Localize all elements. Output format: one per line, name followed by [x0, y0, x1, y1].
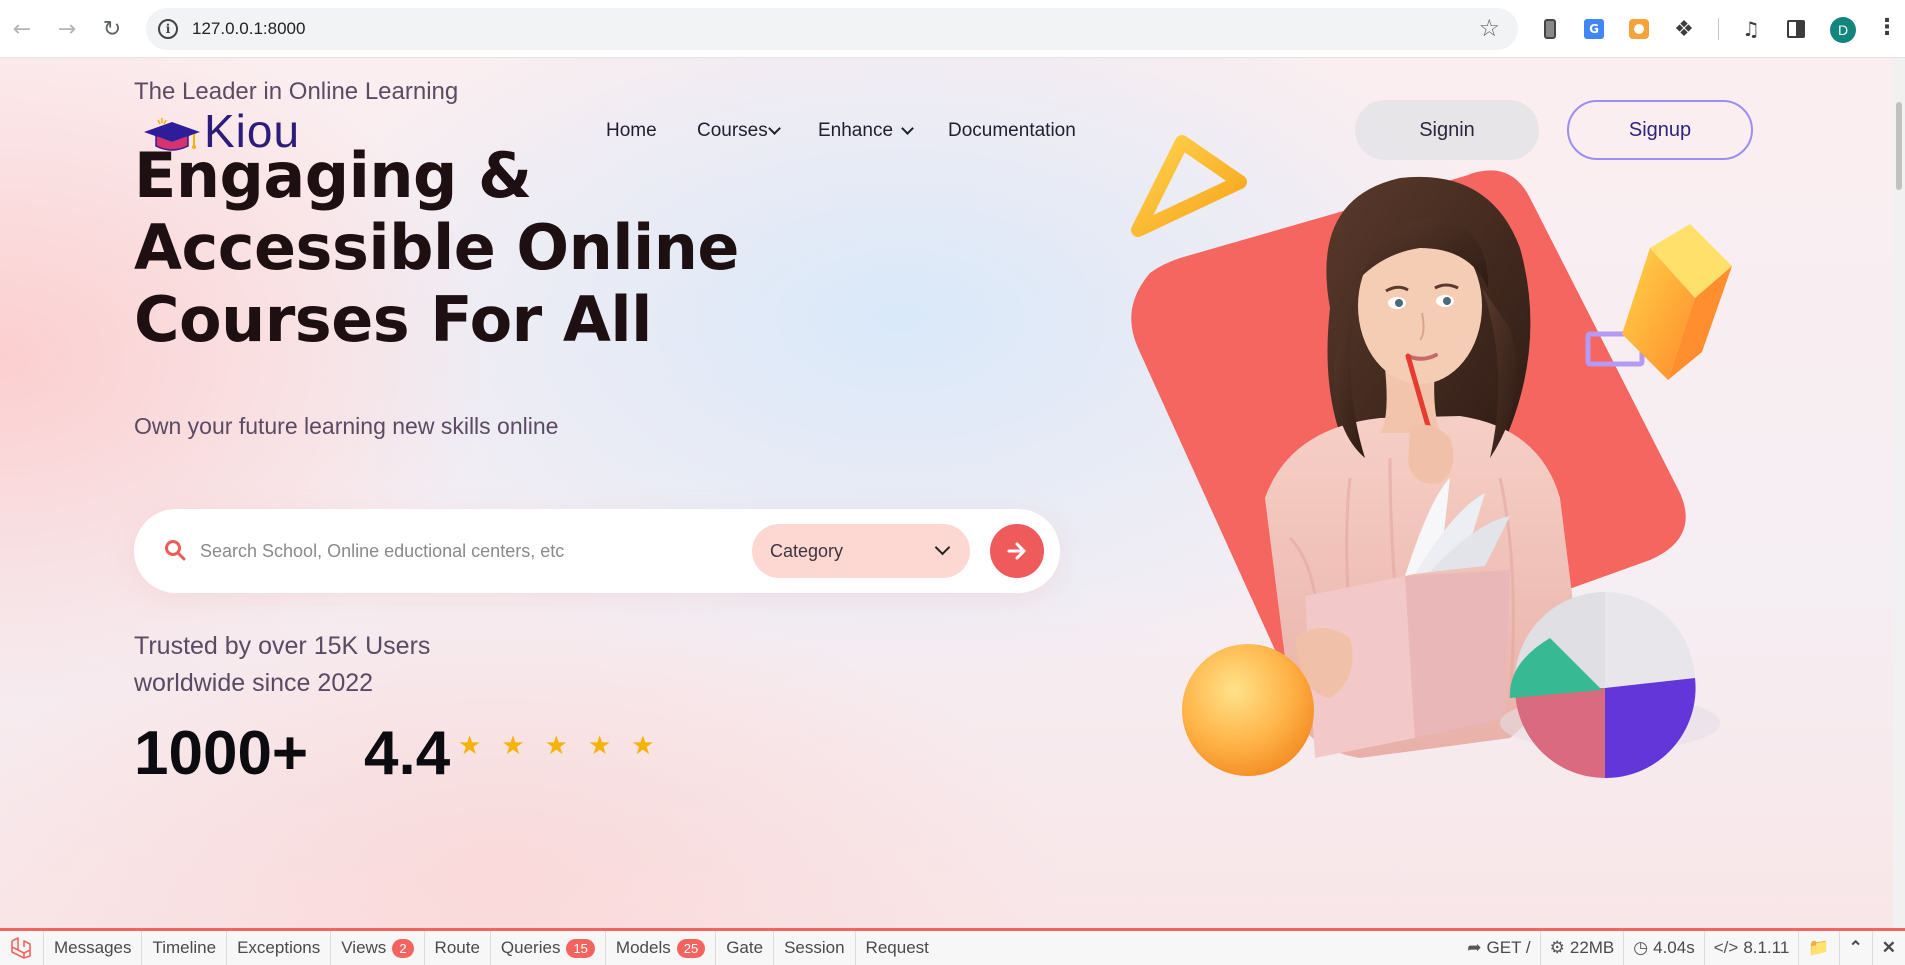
php-version-text: 8.1.11 — [1743, 938, 1790, 957]
hero-subtitle: Own your future learning new skills onli… — [134, 413, 559, 439]
toolbar-divider — [1718, 18, 1719, 40]
debug-tab-exceptions[interactable]: Exceptions — [227, 931, 332, 965]
queries-count-badge: 15 — [566, 938, 595, 958]
scrollbar-thumb[interactable] — [1896, 102, 1902, 190]
search-icon — [165, 540, 186, 561]
debug-tab-route[interactable]: Route — [425, 931, 491, 965]
debug-tab-request[interactable]: Request — [856, 931, 939, 965]
signin-button[interactable]: Signin — [1355, 100, 1539, 160]
hero-title-line: Accessible Online — [134, 211, 739, 284]
back-icon[interactable]: ← — [8, 15, 36, 43]
chevron-down-icon — [901, 121, 914, 135]
debug-tab-models-label: Models — [615, 938, 671, 957]
memory-usage: ⚙ 22MB — [1539, 931, 1624, 965]
forward-icon[interactable]: → — [53, 15, 81, 43]
maximize-button[interactable]: ⌃ — [1838, 931, 1872, 965]
request-method[interactable]: ➦ GET / — [1458, 931, 1539, 965]
chevron-up-icon: ⌃ — [1848, 938, 1863, 957]
debug-tab-queries[interactable]: Queries 15 — [491, 931, 606, 965]
request-duration-text: 4.04s — [1653, 938, 1695, 957]
nav-enhance-dropdown[interactable]: Enhance — [818, 120, 914, 142]
close-icon: ✕ — [1881, 938, 1896, 957]
debug-tab-session[interactable]: Session — [774, 931, 856, 965]
extensions-puzzle-icon[interactable]: ❖ — [1670, 15, 1698, 43]
trusted-by-text: Trusted by over 15K Users worldwide sinc… — [134, 628, 534, 702]
clock-icon: ◷ — [1633, 938, 1649, 957]
memory-usage-text: 22MB — [1569, 938, 1615, 957]
arrow-right-icon — [1007, 542, 1026, 560]
debug-tab-gate[interactable]: Gate — [716, 931, 775, 965]
rating-stat: 4.4 — [364, 719, 451, 788]
course-search-bar: Category — [134, 509, 1060, 593]
laravel-logo-icon[interactable] — [0, 931, 44, 965]
debug-tab-views[interactable]: Views 2 — [331, 931, 425, 965]
search-submit-button[interactable] — [990, 524, 1044, 578]
nav-home-link[interactable]: Home — [606, 120, 657, 142]
chevron-down-icon — [767, 121, 781, 135]
bookmark-star-icon[interactable]: ☆ — [1478, 14, 1500, 42]
star-icon: ★ — [587, 731, 612, 761]
orange-extension-icon[interactable] — [1625, 15, 1653, 43]
site-tagline: The Leader in Online Learning — [134, 78, 459, 105]
profile-avatar[interactable]: D — [1830, 17, 1856, 43]
nav-home-label: Home — [606, 120, 657, 141]
rating-stars: ★ ★ ★ ★ ★ — [458, 733, 655, 759]
page-viewport: The Leader in Online Learning Kiou Home … — [0, 58, 1893, 928]
category-select-label: Category — [770, 540, 844, 561]
request-method-text: GET / — [1486, 938, 1531, 957]
request-duration: ◷ 4.04s — [1623, 931, 1703, 965]
browser-menu-icon[interactable]: ⋮ — [1876, 15, 1898, 40]
star-icon: ★ — [544, 731, 568, 761]
side-panel-icon[interactable] — [1782, 15, 1810, 43]
debug-bar-stats: ➦ GET / ⚙ 22MB ◷ 4.04s </> 8.1.11 📁 ⌃ ✕ — [1458, 931, 1905, 965]
hero-illustration — [1131, 135, 1732, 779]
category-select[interactable]: Category — [752, 524, 970, 578]
open-folder-button[interactable]: 📁 — [1798, 931, 1838, 965]
nav-courses-label: Courses — [697, 120, 768, 141]
page-scrollbar[interactable] — [1893, 58, 1905, 928]
nav-documentation-label: Documentation — [948, 120, 1076, 141]
debug-tab-timeline[interactable]: Timeline — [142, 931, 228, 965]
debug-tab-models[interactable]: Models 25 — [606, 931, 717, 965]
translate-extension-icon[interactable]: G — [1580, 15, 1608, 43]
php-version: </> 8.1.11 — [1703, 931, 1799, 965]
close-button[interactable]: ✕ — [1871, 931, 1905, 965]
star-icon: ★ — [631, 731, 655, 761]
nav-courses-dropdown[interactable]: Courses — [697, 120, 781, 142]
code-icon: </> — [1713, 938, 1739, 957]
media-control-icon[interactable]: ♫ — [1737, 15, 1765, 43]
models-count-badge: 25 — [676, 938, 706, 958]
nav-enhance-label: Enhance — [818, 120, 894, 141]
hero-title-line: Engaging & — [134, 139, 532, 212]
trusted-line: worldwide since 2022 — [134, 669, 374, 697]
star-icon: ★ — [501, 731, 525, 761]
url-text[interactable]: 127.0.0.1:8000 — [192, 19, 305, 39]
address-bar[interactable]: i 127.0.0.1:8000 ☆ — [146, 8, 1518, 50]
browser-toolbar: ← → ↻ i 127.0.0.1:8000 ☆ G ❖ ♫ D ⋮ — [0, 0, 1905, 58]
trusted-line: Trusted by over 15K Users — [134, 632, 431, 660]
chevron-down-icon — [934, 539, 951, 556]
hero-title-line: Courses For All — [134, 283, 652, 356]
site-info-icon[interactable]: i — [158, 19, 178, 39]
nav-documentation-link[interactable]: Documentation — [948, 120, 1076, 142]
user-count-stat: 1000+ — [134, 719, 309, 788]
star-icon: ★ — [458, 731, 482, 761]
debug-tab-queries-label: Queries — [500, 938, 561, 957]
share-arrow-icon: ➦ — [1467, 938, 1482, 957]
debug-tab-views-label: Views — [341, 938, 387, 957]
cogs-icon: ⚙ — [1549, 938, 1565, 957]
views-count-badge: 2 — [392, 938, 414, 958]
debug-bar: Messages Timeline Exceptions Views 2 Rout… — [0, 928, 1905, 965]
search-input[interactable] — [200, 529, 730, 573]
device-extension-icon[interactable] — [1536, 15, 1564, 43]
signup-button[interactable]: Signup — [1567, 100, 1753, 160]
debug-tab-messages[interactable]: Messages — [44, 931, 143, 965]
folder-icon: 📁 — [1808, 938, 1830, 957]
reload-icon[interactable]: ↻ — [98, 15, 126, 43]
hero-title: Engaging & Accessible Online Courses For… — [134, 140, 834, 356]
